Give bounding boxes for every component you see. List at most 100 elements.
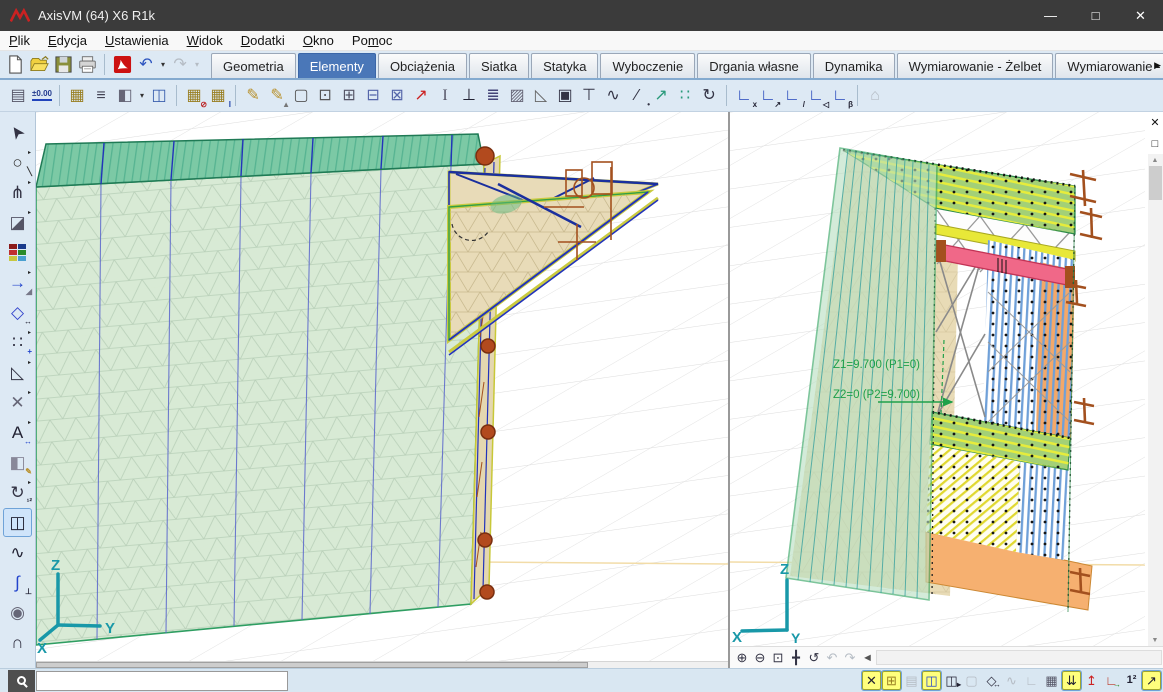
main-viewport[interactable]: Z Y X — [36, 112, 728, 668]
local-x-direction-button[interactable]: ∟x — [732, 83, 756, 109]
tab-geometria[interactable]: Geometria — [211, 53, 296, 78]
status-supports-display[interactable]: ↥ — [1082, 671, 1101, 690]
nodal-dof-button[interactable]: ∷ — [673, 83, 697, 109]
tab-siatka[interactable]: Siatka — [469, 53, 529, 78]
zoom-tool[interactable]: ○╲▸ — [4, 149, 31, 176]
status-workplane-axes[interactable]: ∟ — [1022, 671, 1041, 690]
status-grid-snap[interactable]: ⊞ — [882, 671, 901, 690]
zoom-in-button[interactable]: ⊕ — [733, 649, 751, 667]
save-model-button[interactable] — [51, 52, 75, 78]
menu-edycja[interactable]: Edycja — [39, 33, 96, 48]
open-model-button[interactable] — [27, 52, 51, 78]
scroll-down-icon[interactable]: ▼ — [1152, 634, 1159, 646]
secondary-3d-scene[interactable]: Z1=9.700 (P1=0) Z2=0 (P2=9.700) Z X Y — [730, 112, 1145, 646]
mirror-tool[interactable]: ◇↔ — [4, 299, 31, 326]
views-tool[interactable]: ⋔▸ — [4, 179, 31, 206]
tab-elementy[interactable]: Elementy — [298, 53, 376, 78]
dimension-tool[interactable]: A↔▸ — [4, 419, 31, 446]
status-mesh-display[interactable]: ↗ — [1142, 671, 1161, 690]
cross-section-table-button[interactable]: ▦I — [206, 83, 230, 109]
status-local-systems[interactable]: ∟→ — [1102, 671, 1121, 690]
domain-union-button[interactable]: ⊟ — [361, 83, 385, 109]
undo-view-button[interactable]: ↶ — [823, 649, 841, 667]
gap-element-button[interactable]: ⁄• — [625, 83, 649, 109]
elevation-marker-button[interactable]: ±0.00 — [30, 83, 54, 109]
menu-ustawienia[interactable]: Ustawienia — [96, 33, 178, 48]
workplanes-tool[interactable]: ◪▸ — [4, 209, 31, 236]
menu-dodatki[interactable]: Dodatki — [232, 33, 294, 48]
menu-widok[interactable]: Widok — [178, 33, 232, 48]
local-plane-button[interactable]: ∟◁ — [804, 83, 828, 109]
edit-planes-tool[interactable]: ◧✎ — [4, 449, 31, 476]
tab-dynamika[interactable]: Dynamika — [813, 53, 895, 78]
select-tool[interactable]: ➤ — [4, 119, 31, 146]
status-table[interactable]: ▦ — [1042, 671, 1061, 690]
geometry-tools[interactable]: ◺▸ — [4, 359, 31, 386]
domain-with-hole-button[interactable]: ⊡ — [313, 83, 337, 109]
line-element-button[interactable]: I — [433, 83, 457, 109]
undo-button[interactable]: ↶ — [134, 52, 158, 78]
draw-node-button[interactable]: ✎ — [241, 83, 265, 109]
section-integral-tool[interactable]: ∫⊥ — [4, 569, 31, 596]
panel-restore-button[interactable]: □ — [1147, 133, 1163, 154]
secondary-viewport[interactable]: Z1=9.700 (P1=0) Z2=0 (P2=9.700) Z X Y ✕ … — [728, 112, 1163, 668]
renumber-tool[interactable]: ↻¹²▸ — [4, 479, 31, 506]
main-3d-scene[interactable]: Z Y X — [36, 112, 728, 668]
tab-wyboczenie[interactable]: Wyboczenie — [600, 53, 695, 78]
bridge-tool[interactable]: ∩ — [4, 629, 31, 656]
status-layers[interactable]: ▤ — [902, 671, 921, 690]
intersect-tool[interactable]: ✕▸ — [4, 389, 31, 416]
layer-manager-button[interactable]: ▤ — [6, 83, 30, 109]
local-z-direction-button[interactable]: ∟/ — [780, 83, 804, 109]
modify-domain-button[interactable]: ⊞ — [337, 83, 361, 109]
building-wizard-button[interactable]: ⌂ — [863, 83, 887, 109]
nodal-support-button[interactable]: ⊥ — [457, 83, 481, 109]
search-button[interactable] — [8, 670, 35, 692]
line-support-button[interactable]: ≣ — [481, 83, 505, 109]
zoom-fit-button[interactable]: ⊡ — [769, 649, 787, 667]
panel-vertical-scrollbar[interactable]: ▲ ▼ — [1148, 154, 1163, 646]
drawing-library-button-dropdown[interactable]: ▾ — [137, 91, 147, 100]
parts-tool[interactable]: ◫ — [4, 509, 31, 536]
rigid-element-button[interactable]: ▣ — [553, 83, 577, 109]
close-button[interactable]: ✕ — [1118, 0, 1163, 31]
redo-button[interactable]: ↷ — [168, 52, 192, 78]
edge-dof-button[interactable]: ↻ — [697, 83, 721, 109]
status-symmetry[interactable]: ◇↔ — [982, 671, 1001, 690]
find-tool[interactable]: ◉ — [4, 599, 31, 626]
section-line-tool[interactable]: ∿ — [4, 539, 31, 566]
panel-vscroll-thumb[interactable] — [1149, 166, 1162, 200]
tab-wymiarowanie-żelbet[interactable]: Wymiarowanie - Żelbet — [897, 53, 1054, 78]
status-snap-crosshair[interactable]: ✕ — [862, 671, 881, 690]
undo-button-dropdown[interactable]: ▾ — [158, 60, 168, 69]
status-parts[interactable]: ◫ — [922, 671, 941, 690]
surface-support-button[interactable]: ▨ — [505, 83, 529, 109]
status-numbering[interactable]: 1² — [1122, 671, 1141, 690]
tab-wymiarowanie-stal[interactable]: Wymiarowanie - Stal — [1055, 53, 1163, 78]
redo-view-button[interactable]: ↷ — [841, 649, 859, 667]
menu-okno[interactable]: Okno — [294, 33, 343, 48]
domain-button[interactable]: ▢ — [289, 83, 313, 109]
tab-statyka[interactable]: Statyka — [531, 53, 598, 78]
domain-extrude-button[interactable]: ⊠ — [385, 83, 409, 109]
link-element-button[interactable]: ↗ — [649, 83, 673, 109]
main-hscroll-thumb[interactable] — [36, 662, 588, 668]
local-beta-angle-button[interactable]: ∟β — [828, 83, 852, 109]
zoom-out-button[interactable]: ⊖ — [751, 649, 769, 667]
local-reference-button[interactable]: ∟↗ — [756, 83, 780, 109]
color-coding-tool[interactable] — [4, 239, 31, 266]
report-maker-button[interactable]: ≡ — [89, 83, 113, 109]
rotate-view-button[interactable]: ↺ — [805, 649, 823, 667]
search-input[interactable] — [36, 671, 288, 691]
status-section-line[interactable]: ∿ — [1002, 671, 1021, 690]
draw-line-button[interactable]: ✎▲ — [265, 83, 289, 109]
new-model-button[interactable] — [3, 52, 27, 78]
tab-obciążenia[interactable]: Obciążenia — [378, 53, 467, 78]
panel-collapse-button[interactable]: ◄ — [862, 652, 873, 664]
main-horizontal-scrollbar[interactable] — [36, 661, 728, 668]
menu-pomoc[interactable]: Pomoc — [343, 33, 401, 48]
scroll-up-icon[interactable]: ▲ — [1152, 154, 1159, 166]
menu-plik[interactable]: Plik — [0, 33, 39, 48]
maximize-button[interactable]: □ — [1073, 0, 1118, 31]
status-loads-display[interactable]: ⇊ — [1062, 671, 1081, 690]
